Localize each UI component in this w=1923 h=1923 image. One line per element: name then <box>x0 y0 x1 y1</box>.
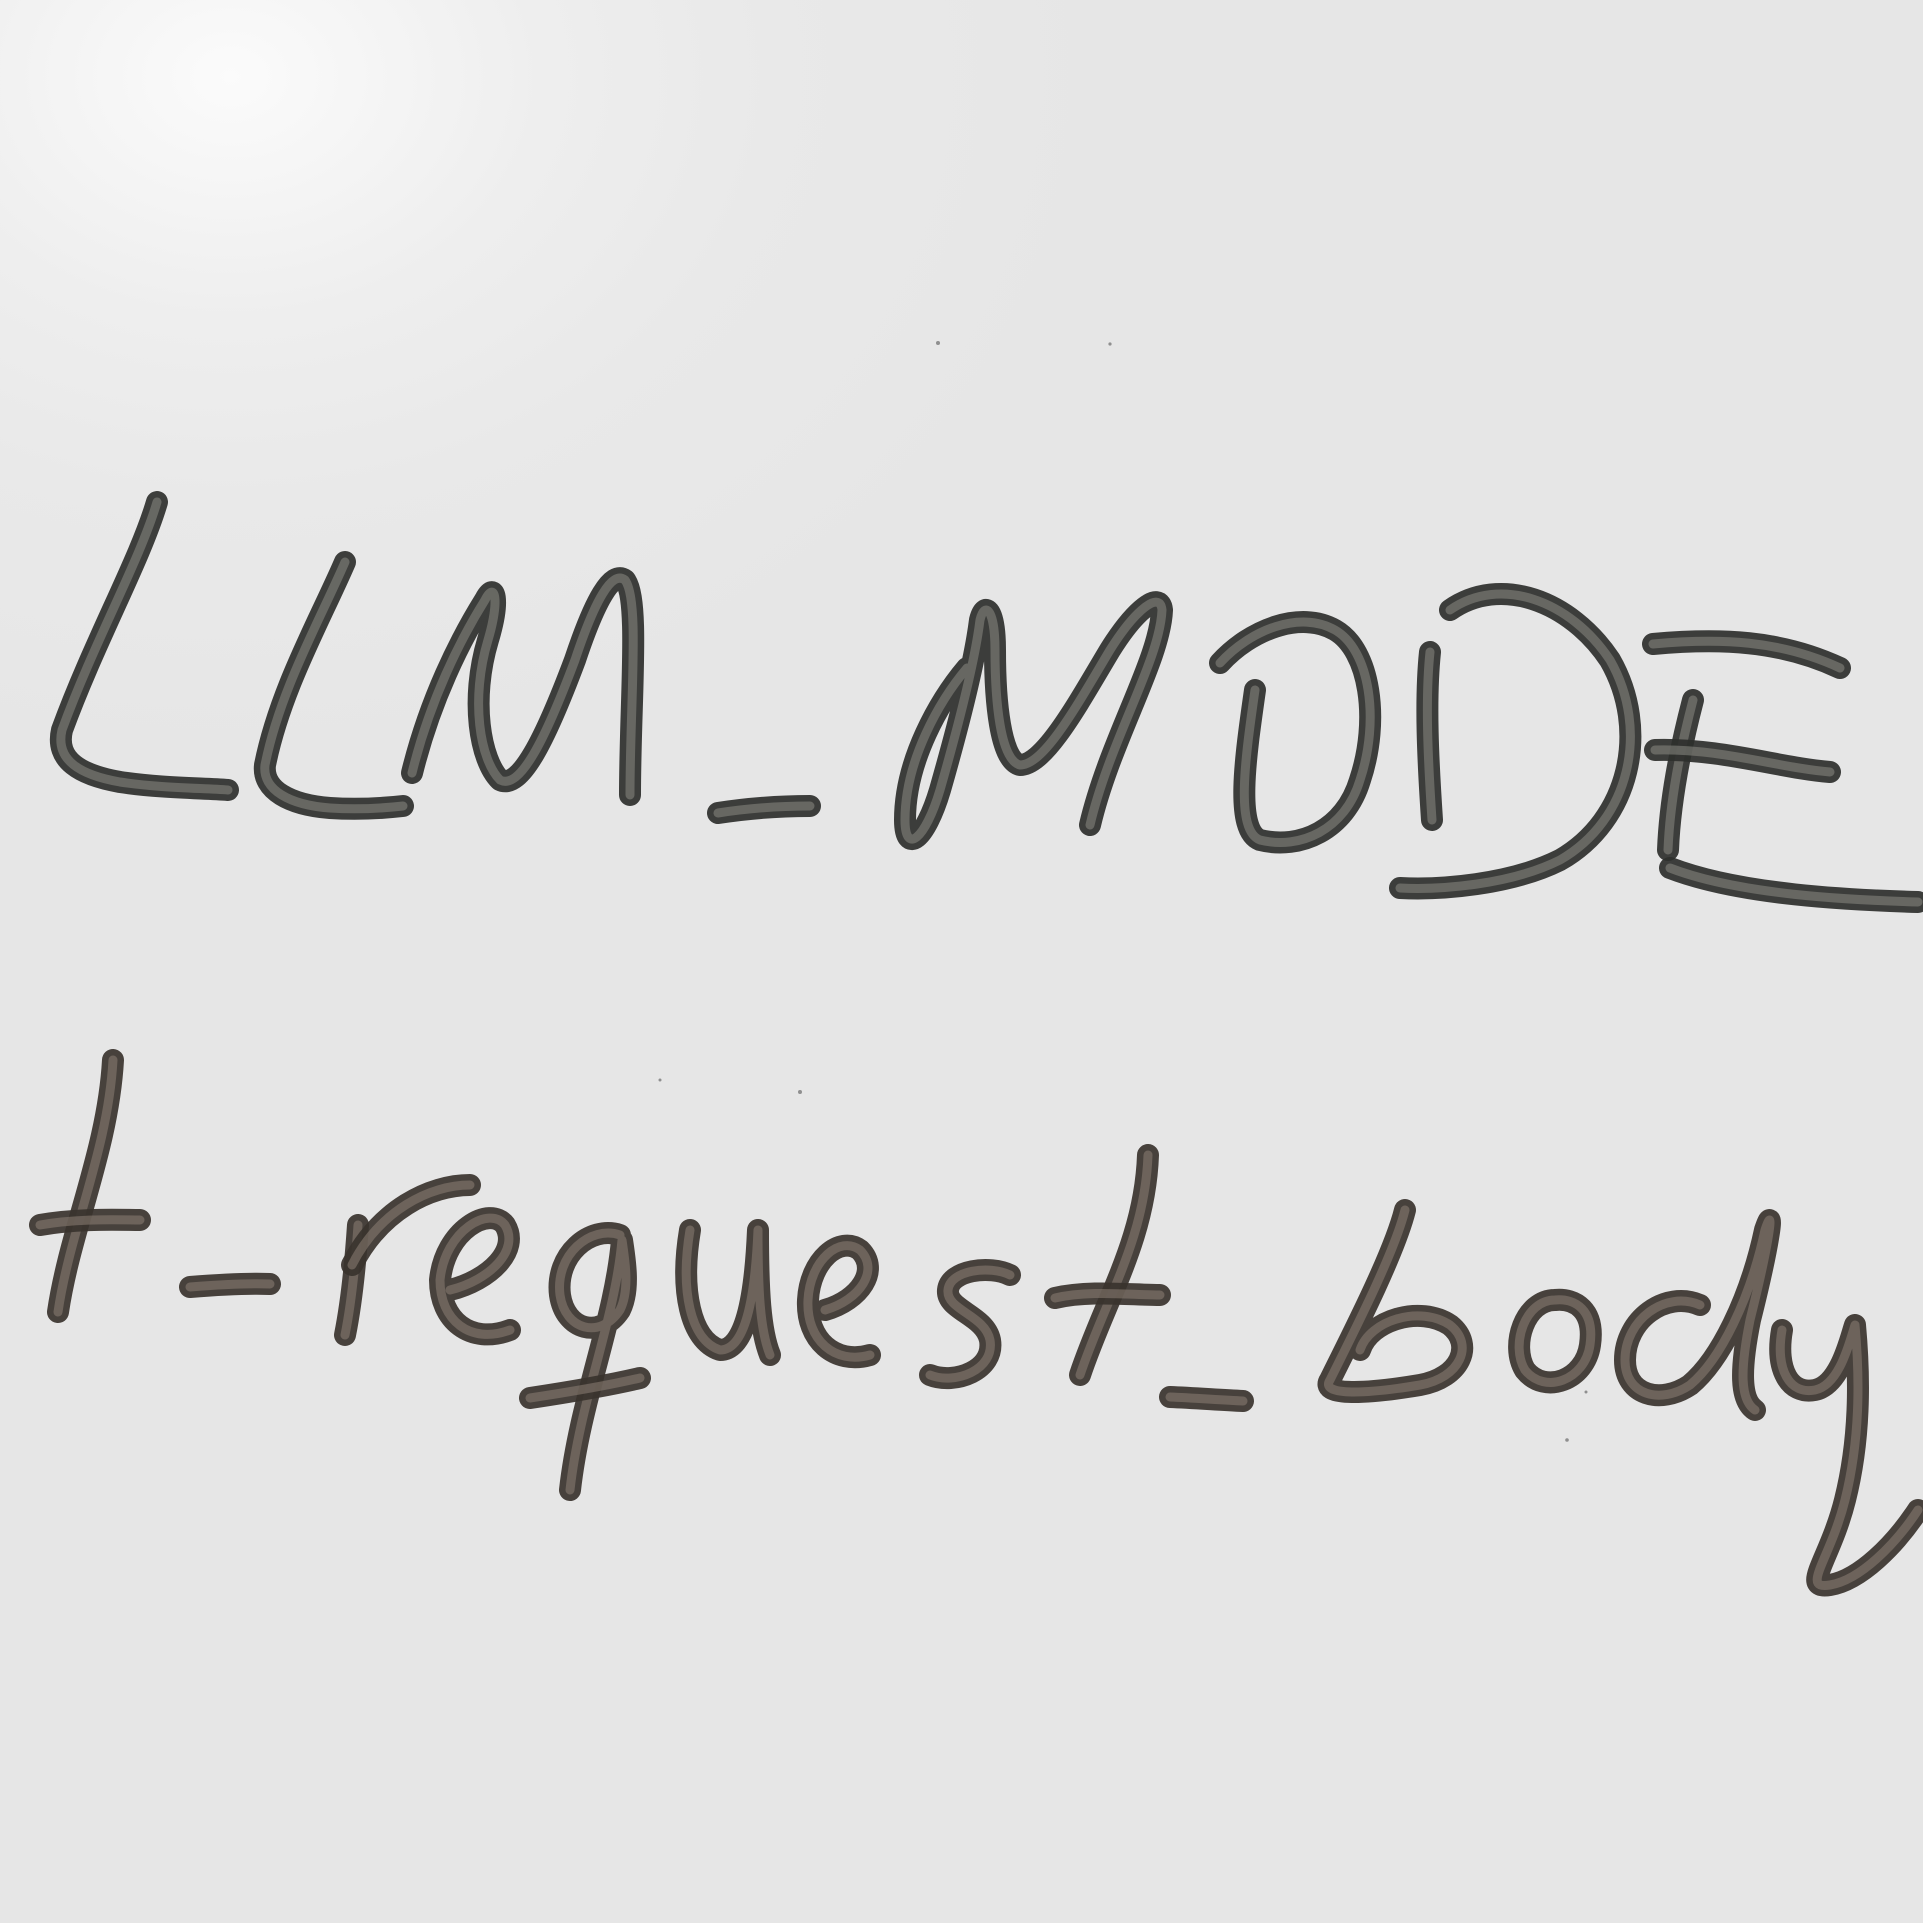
letter-u <box>675 1219 781 1366</box>
letter-D <box>1389 583 1642 900</box>
underscore-1 <box>707 795 821 824</box>
letter-E <box>1642 630 1923 913</box>
handwriting-line-2 <box>29 1049 1923 1597</box>
letter-e-1 <box>429 1207 521 1346</box>
letter-s <box>919 1259 1021 1390</box>
letter-y <box>1769 1314 1923 1597</box>
letter-L-2 <box>253 551 414 820</box>
letter-M-1 <box>401 567 645 806</box>
letter-b <box>1317 1199 1474 1403</box>
hyphen <box>179 1272 281 1298</box>
letter-L-1 <box>49 491 239 801</box>
letter-M-2 <box>894 591 1173 851</box>
letter-q <box>519 1222 651 1501</box>
letter-o <box>1508 1288 1602 1394</box>
letter-O <box>1209 611 1382 854</box>
letter-t-2 <box>1044 1144 1171 1386</box>
handwriting-line-1 <box>49 491 1923 913</box>
letter-e-2 <box>796 1234 881 1369</box>
handwriting-drawing <box>29 341 1923 1597</box>
letter-t-1 <box>29 1049 151 1323</box>
underscore-2 <box>1159 1386 1254 1412</box>
whiteboard: LLM_MODE t-request_body <box>0 0 1923 1923</box>
letter-d <box>1614 1209 1781 1421</box>
